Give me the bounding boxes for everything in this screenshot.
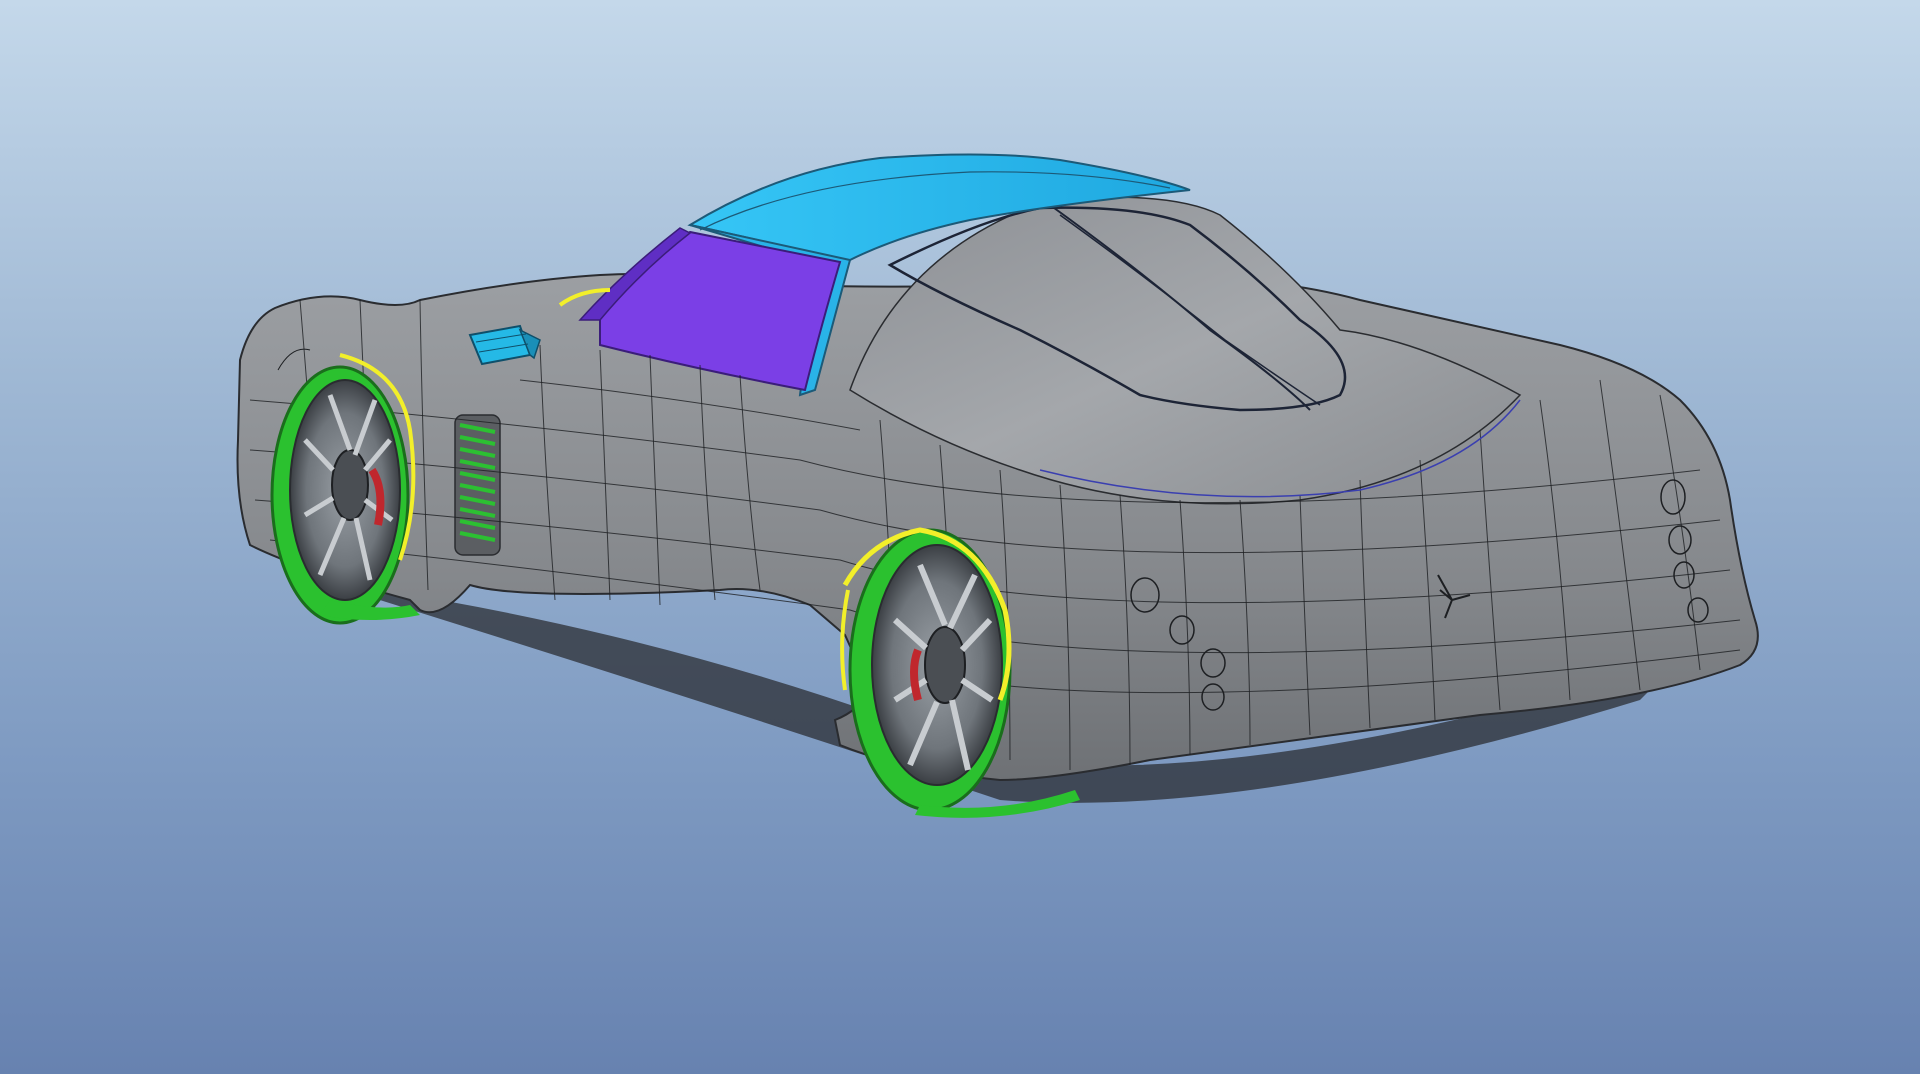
coil-spring-icon xyxy=(454,414,501,556)
cad-3d-viewport[interactable] xyxy=(0,0,1920,1074)
car-3d-model[interactable] xyxy=(0,0,1920,1074)
